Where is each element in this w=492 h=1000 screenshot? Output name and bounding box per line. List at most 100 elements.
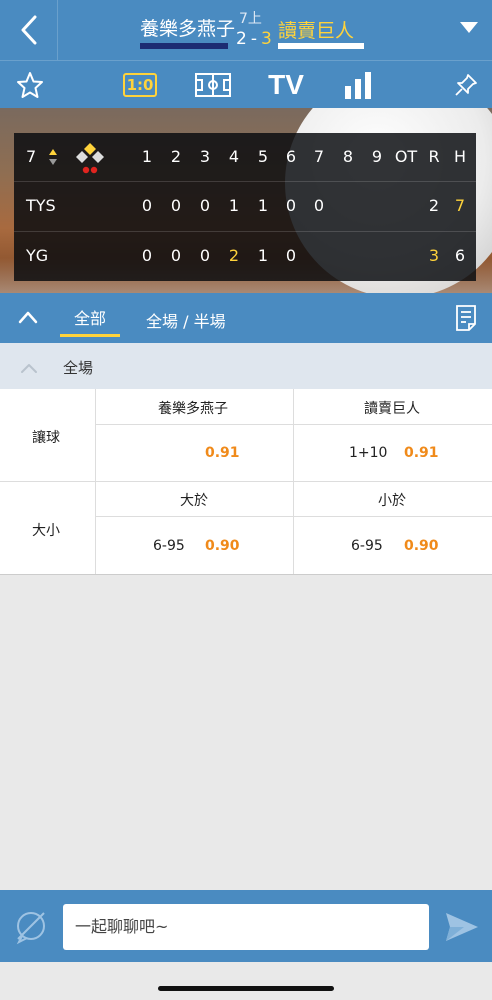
- totals-under-header: 小於: [378, 493, 406, 509]
- field-icon: [195, 73, 231, 97]
- bet-slip-button[interactable]: [454, 304, 478, 336]
- chevron-left-icon: [21, 15, 36, 45]
- tv-label: TV: [268, 69, 304, 100]
- handicap-home-odds: 0.91: [205, 445, 240, 461]
- handicap-away-odds: 0.91: [404, 445, 439, 461]
- handicap-home-odds-button[interactable]: 0.91: [96, 425, 293, 481]
- bar-chart-icon: [345, 72, 371, 99]
- handicap-away-line: 1+10: [349, 445, 388, 461]
- inning-score: 0: [170, 246, 182, 265]
- inning-score: 1: [257, 246, 269, 265]
- tab-full-half[interactable]: 全場 / 半場: [146, 308, 226, 332]
- away-team-name: 讀賣巨人: [278, 20, 355, 42]
- inning-score: 1: [228, 196, 240, 215]
- chat-input[interactable]: 一起聊聊吧~: [63, 904, 429, 950]
- inning-score: 0: [199, 196, 211, 215]
- col-1: 1: [141, 147, 153, 166]
- linescore-header-row: 7 1 2 3 4 5 6 7 8 9 OT R H: [14, 133, 476, 181]
- inning-score: 0: [313, 196, 325, 215]
- inning-score: 0: [285, 246, 297, 265]
- inning-score: 0: [170, 196, 182, 215]
- market-label-totals: 大小: [32, 523, 60, 539]
- totals-under-odds: 0.90: [404, 538, 439, 554]
- linescore-row-tys: TYS 0 0 0 1 1 0 0 2 7: [14, 181, 476, 229]
- live-score: 2-3: [236, 29, 272, 49]
- col-8: 8: [342, 147, 354, 166]
- back-button[interactable]: [0, 0, 58, 60]
- tv-button[interactable]: TV: [262, 61, 310, 109]
- col-9: 9: [371, 147, 383, 166]
- inning-score: 1: [257, 196, 269, 215]
- totals-under-line: 6-95: [351, 538, 383, 554]
- col-6: 6: [285, 147, 297, 166]
- scoreboard-area: 7 1 2 3 4 5 6 7 8 9 OT R H TYS 0 0 0 1 1…: [0, 108, 492, 293]
- totals-over-odds-button[interactable]: 6-95 0.90: [96, 517, 293, 574]
- totals-over-odds: 0.90: [205, 538, 240, 554]
- home-team-color-bar: [140, 43, 228, 49]
- handicap-away-header: 讀賣巨人: [364, 401, 420, 417]
- col-hits: H: [453, 147, 467, 166]
- home-score: 2: [236, 29, 247, 49]
- away-team-color-bar: [278, 43, 364, 49]
- home-indicator: [158, 986, 334, 991]
- pin-button[interactable]: [448, 61, 484, 109]
- tab-all[interactable]: 全部: [74, 305, 106, 329]
- odds-table: 讓球 養樂多燕子 讀賣巨人 0.91 1+10 0.91 大小 大於 小於 6-…: [0, 389, 492, 575]
- favorite-button[interactable]: [10, 61, 50, 109]
- match-header: 養樂多燕子 7上 2-3 讀賣巨人: [0, 0, 492, 60]
- send-button[interactable]: [444, 910, 480, 944]
- inning-indicator: 7上: [239, 11, 262, 27]
- hits-total: 7: [454, 196, 466, 215]
- star-icon: [17, 72, 43, 98]
- team-abbr: YG: [26, 246, 49, 265]
- divider: [0, 481, 492, 482]
- handicap-home-header: 養樂多燕子: [158, 401, 228, 417]
- collapse-button[interactable]: [18, 309, 38, 328]
- totals-over-line: 6-95: [153, 538, 185, 554]
- linescore-panel: 7 1 2 3 4 5 6 7 8 9 OT R H TYS 0 0 0 1 1…: [14, 133, 476, 281]
- inning-score: 0: [285, 196, 297, 215]
- inning-score: 0: [199, 246, 211, 265]
- match-dropdown-icon[interactable]: [460, 22, 478, 33]
- hits-total: 6: [454, 246, 466, 265]
- home-team-name: 養樂多燕子: [140, 18, 236, 40]
- active-tab-underline: [60, 334, 120, 337]
- away-score: 3: [260, 29, 272, 49]
- current-inning: 7: [26, 147, 37, 166]
- col-3: 3: [199, 147, 211, 166]
- market-tabs: 全部 全場 / 半場: [0, 293, 492, 343]
- view-toolbar: 1:0 TV: [0, 60, 492, 108]
- col-7: 7: [313, 147, 325, 166]
- field-view-button[interactable]: [190, 61, 236, 109]
- team-abbr: TYS: [26, 196, 56, 215]
- inning-score: 0: [141, 196, 153, 215]
- section-collapse-button[interactable]: [20, 359, 38, 378]
- divider: [0, 574, 492, 575]
- col-ot: OT: [394, 147, 418, 166]
- col-5: 5: [257, 147, 269, 166]
- col-2: 2: [170, 147, 182, 166]
- totals-under-odds-button[interactable]: 6-95 0.90: [294, 517, 492, 574]
- chat-off-icon: [16, 912, 45, 945]
- totals-over-header: 大於: [180, 493, 208, 509]
- chat-bar: 一起聊聊吧~: [0, 890, 492, 962]
- scoreboard-view-button[interactable]: 1:0: [120, 61, 160, 109]
- pin-icon: [455, 74, 477, 96]
- section-title: 全場: [63, 359, 94, 377]
- chevron-up-icon: [21, 364, 37, 373]
- inning-score: 0: [141, 246, 153, 265]
- col-4: 4: [228, 147, 240, 166]
- handicap-away-odds-button[interactable]: 1+10 0.91: [294, 425, 492, 481]
- stats-button[interactable]: [338, 61, 378, 109]
- inning-score: 2: [228, 246, 240, 265]
- section-full-game[interactable]: 全場: [0, 343, 492, 389]
- chat-toggle-button[interactable]: [12, 908, 50, 946]
- bases-outs-icon: [76, 143, 104, 174]
- chevron-up-icon: [18, 311, 38, 324]
- score-separator: -: [250, 29, 257, 49]
- send-icon: [446, 913, 478, 941]
- inning-half-arrows-icon: [49, 149, 57, 165]
- linescore-row-yg: YG 0 0 0 2 1 0 3 6: [14, 231, 476, 279]
- score-view-icon: 1:0: [123, 73, 157, 97]
- market-label-handicap: 讓球: [32, 430, 60, 446]
